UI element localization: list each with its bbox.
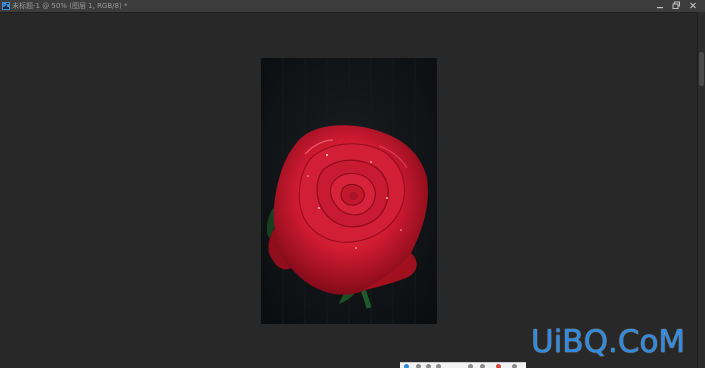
scrollbar-thumb[interactable] xyxy=(699,52,704,86)
close-icon[interactable] xyxy=(688,1,698,10)
photoshop-document-window: Ps 未标题-1 @ 50% (图层 1, RGB/8) * UiBQ.CoM xyxy=(0,0,705,368)
bottom-floating-panel[interactable] xyxy=(400,362,526,368)
panel-tool-icon[interactable] xyxy=(436,364,441,368)
watermark-text: UiBQ.CoM xyxy=(531,324,686,360)
panel-tool-icon[interactable] xyxy=(496,364,501,368)
canvas-document[interactable] xyxy=(261,58,437,324)
panel-tool-icon[interactable] xyxy=(512,364,517,368)
panel-tool-icon[interactable] xyxy=(480,364,485,368)
rose-image xyxy=(261,58,437,324)
document-tab-bar[interactable]: Ps 未标题-1 @ 50% (图层 1, RGB/8) * xyxy=(0,0,705,13)
photoshop-app-icon: Ps xyxy=(2,2,10,10)
vertical-scrollbar[interactable] xyxy=(697,12,705,368)
panel-app-icon[interactable] xyxy=(404,364,409,368)
panel-tool-icon[interactable] xyxy=(416,364,421,368)
panel-tool-icon[interactable] xyxy=(426,364,431,368)
document-title[interactable]: 未标题-1 @ 50% (图层 1, RGB/8) * xyxy=(12,1,127,11)
minimize-icon[interactable] xyxy=(655,1,665,10)
restore-icon[interactable] xyxy=(671,1,681,10)
panel-tool-icon[interactable] xyxy=(468,364,473,368)
